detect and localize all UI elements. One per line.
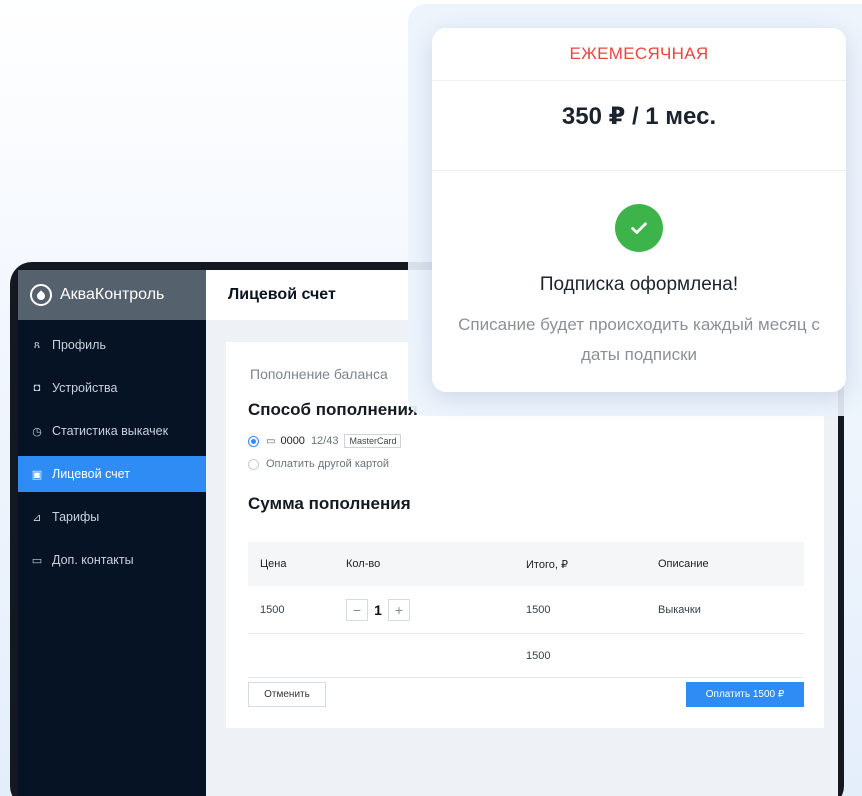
- quantity-value: 1: [374, 601, 382, 618]
- page-title: Лицевой счет: [228, 286, 336, 303]
- saved-card-radio[interactable]: [248, 435, 259, 447]
- other-card-radio[interactable]: [248, 458, 259, 470]
- contacts-icon: ▭: [31, 554, 43, 567]
- sum-heading: Сумма пополнения: [248, 494, 411, 513]
- sidebar-item-label: Тарифы: [52, 510, 100, 524]
- increment-button[interactable]: +: [388, 598, 410, 621]
- sidebar-item-label: Профиль: [52, 338, 106, 352]
- device-icon: ◘: [33, 382, 41, 394]
- card-number: 0000: [280, 435, 305, 447]
- other-card-label: Оплатить другой картой: [266, 458, 390, 470]
- card-subtitle: Пополнение баланса: [250, 366, 388, 382]
- sidebar-item-label: Лицевой счет: [52, 467, 130, 481]
- total-cell: 1500: [526, 603, 551, 616]
- description-cell: Выкачки: [658, 603, 701, 616]
- other-card-option[interactable]: Оплатить другой картой: [248, 458, 389, 470]
- user-icon: ጸ: [33, 338, 41, 351]
- app-name: АкваКонтроль: [60, 286, 165, 303]
- app-logo[interactable]: АкваКонтроль: [18, 270, 206, 320]
- check-icon: [615, 204, 663, 252]
- chart-icon: ⊿: [32, 511, 42, 524]
- plan-name: ЕЖЕМЕСЯЧНАЯ: [569, 44, 709, 63]
- plan-price: 350 ₽ / 1 мес.: [561, 103, 717, 130]
- card-expiry: 12/43: [310, 435, 339, 447]
- sidebar-item[interactable]: ▣ Лицевой счет: [18, 456, 206, 492]
- quantity-stepper: − 1 +: [346, 598, 526, 621]
- sidebar-nav: ጸ Профиль ◘ Устройства ◷ Статистика выкачек ▣ Л…: [18, 327, 206, 578]
- sidebar-item[interactable]: ⊿ Тарифы: [18, 499, 206, 535]
- sum-table: Цена Кол-во Итого, ₽ Описание 1500 − 1 +…: [248, 542, 804, 678]
- decrement-button[interactable]: −: [346, 598, 368, 621]
- saved-card-option[interactable]: ▭ 0000 12/43 MasterCard: [248, 434, 402, 448]
- sidebar-item-label: Устройства: [52, 381, 118, 395]
- price-cell: 1500: [260, 603, 285, 616]
- column-header: Итого, ₽: [526, 558, 568, 571]
- quantity-cell: − 1 +: [346, 598, 526, 621]
- sidebar-item[interactable]: ◘ Устройства: [18, 370, 206, 406]
- gauge-icon: ◷: [32, 425, 42, 438]
- column-header: Описание: [658, 558, 709, 570]
- divider: [432, 170, 846, 171]
- subscription-popup: ЕЖЕМЕСЯЧНАЯ 350 ₽ / 1 мес. Подписка офор…: [432, 28, 846, 392]
- cancel-button[interactable]: Отменить: [248, 682, 326, 707]
- water-drop-icon: [30, 284, 52, 306]
- sidebar-item[interactable]: ጸ Профиль: [18, 327, 206, 363]
- sidebar-item[interactable]: ▭ Доп. контакты: [18, 542, 206, 578]
- payment-method-heading: Способ пополнения: [248, 400, 418, 419]
- table-header: Цена Кол-во Итого, ₽ Описание: [248, 542, 804, 586]
- credit-card-icon: ▭: [266, 435, 276, 447]
- sidebar-item[interactable]: ◷ Статистика выкачек: [18, 413, 206, 449]
- divider: [432, 80, 846, 81]
- success-description: Списание будет происходить каждый месяц …: [458, 315, 820, 364]
- success-title: Подписка оформлена!: [539, 274, 739, 295]
- column-header: Цена: [260, 558, 287, 570]
- card-brand-badge: MasterCard: [344, 434, 402, 448]
- table-total-row: 1500: [248, 634, 804, 678]
- account-icon: ▣: [31, 468, 43, 481]
- sidebar-item-label: Доп. контакты: [52, 553, 134, 567]
- pay-button[interactable]: Оплатить 1500 ₽: [686, 682, 804, 707]
- grand-total: 1500: [526, 649, 551, 662]
- column-header: Кол-во: [346, 558, 381, 570]
- table-row: 1500 − 1 + 1500 Выкачки: [248, 586, 804, 634]
- sidebar: АкваКонтроль ጸ Профиль ◘ Устройства ◷ Статист…: [18, 270, 206, 796]
- sidebar-item-label: Статистика выкачек: [52, 424, 169, 438]
